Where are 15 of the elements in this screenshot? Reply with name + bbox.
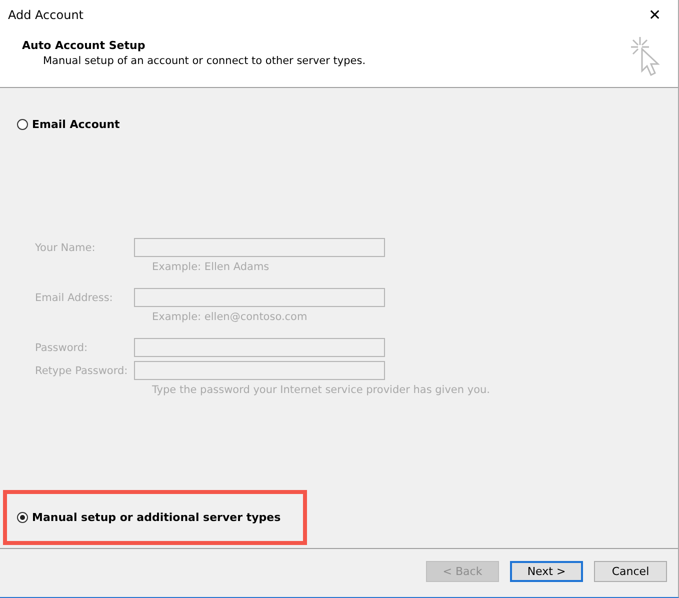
field-label: Password: [35, 342, 89, 354]
dialog-button[interactable]: Next > [510, 560, 583, 582]
field-label: Your Name: [35, 242, 96, 254]
radio-option[interactable]: Email Account [17, 114, 120, 135]
dialog-button[interactable]: Cancel [594, 560, 667, 582]
field-hint: Type the password your Internet service provider has given you. [151, 383, 491, 398]
field-label: Retype Password: [35, 364, 129, 376]
field-label: Email Address: [35, 292, 114, 304]
field-hint: Example: Ellen Adams [151, 260, 270, 275]
header-subtitle: Manual setup of an account or connect to other server types. [42, 55, 366, 67]
window-title: Add Account [8, 8, 84, 22]
close-button[interactable]: ✕ [632, 0, 678, 30]
header-title: Auto Account Setup [22, 39, 146, 52]
field-hint: Example: ellen@contoso.com [151, 310, 308, 325]
cursor-sparkle-icon [630, 37, 660, 77]
